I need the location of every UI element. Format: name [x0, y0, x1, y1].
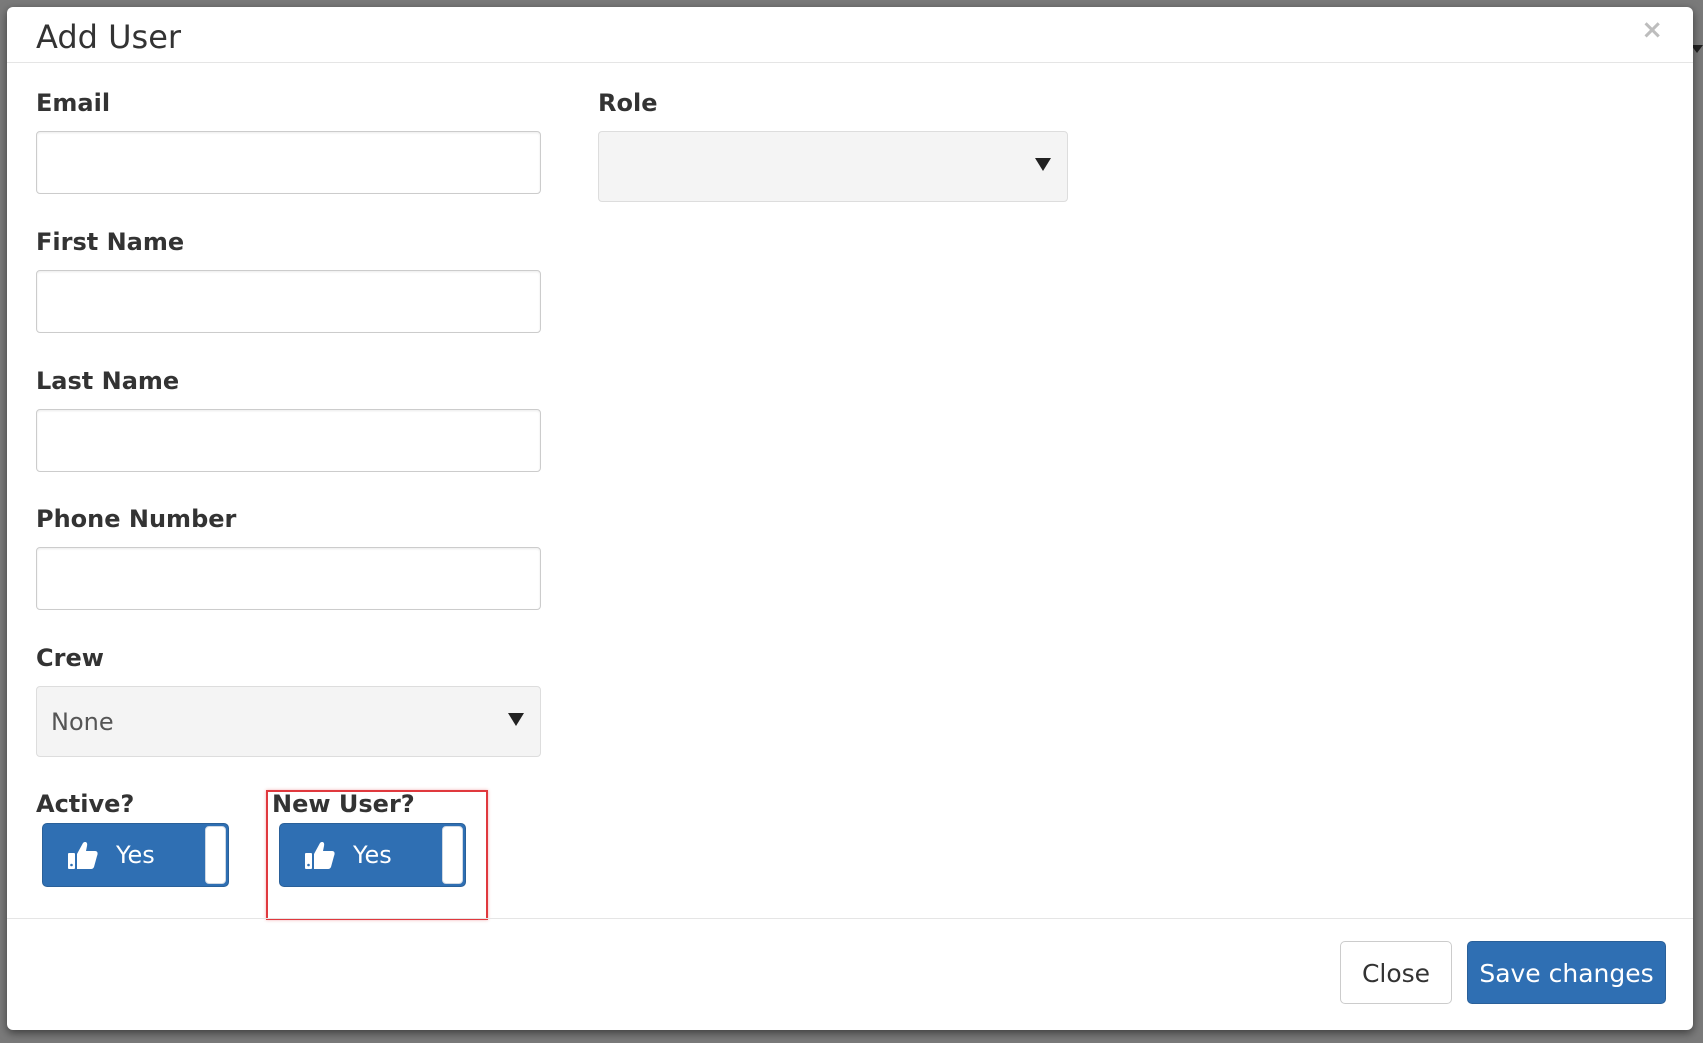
phone-number-input[interactable]	[36, 547, 541, 610]
role-label: Role	[598, 89, 658, 117]
caret-down-icon	[1035, 158, 1051, 171]
close-button[interactable]: Close	[1340, 941, 1452, 1004]
role-select[interactable]	[598, 131, 1068, 202]
modal-header: Add User ×	[7, 7, 1693, 63]
save-changes-button[interactable]: Save changes	[1467, 941, 1666, 1004]
crew-select[interactable]: None	[36, 686, 541, 757]
new-user-label: New User?	[272, 790, 415, 818]
last-name-label: Last Name	[36, 367, 180, 395]
first-name-label: First Name	[36, 228, 185, 256]
close-icon[interactable]: ×	[1641, 15, 1663, 45]
active-toggle-label: Yes	[116, 841, 155, 869]
active-toggle-handle[interactable]	[205, 826, 226, 884]
caret-down-icon	[508, 713, 524, 726]
email-label: Email	[36, 89, 111, 117]
thumbs-up-icon	[68, 842, 98, 869]
active-label: Active?	[36, 790, 135, 818]
new-user-toggle[interactable]: Yes	[279, 823, 466, 887]
add-user-modal: Add User × Email Role First Name Last Na…	[7, 7, 1693, 1030]
thumbs-up-icon	[305, 842, 335, 869]
crew-label: Crew	[36, 644, 104, 672]
crew-selected-value: None	[51, 708, 114, 736]
new-user-toggle-label: Yes	[353, 841, 392, 869]
active-toggle[interactable]: Yes	[42, 823, 229, 887]
first-name-input[interactable]	[36, 270, 541, 333]
phone-number-label: Phone Number	[36, 505, 237, 533]
email-input[interactable]	[36, 131, 541, 194]
modal-title: Add User	[36, 18, 182, 56]
last-name-input[interactable]	[36, 409, 541, 472]
new-user-toggle-handle[interactable]	[442, 826, 463, 884]
modal-footer-divider	[7, 918, 1693, 920]
